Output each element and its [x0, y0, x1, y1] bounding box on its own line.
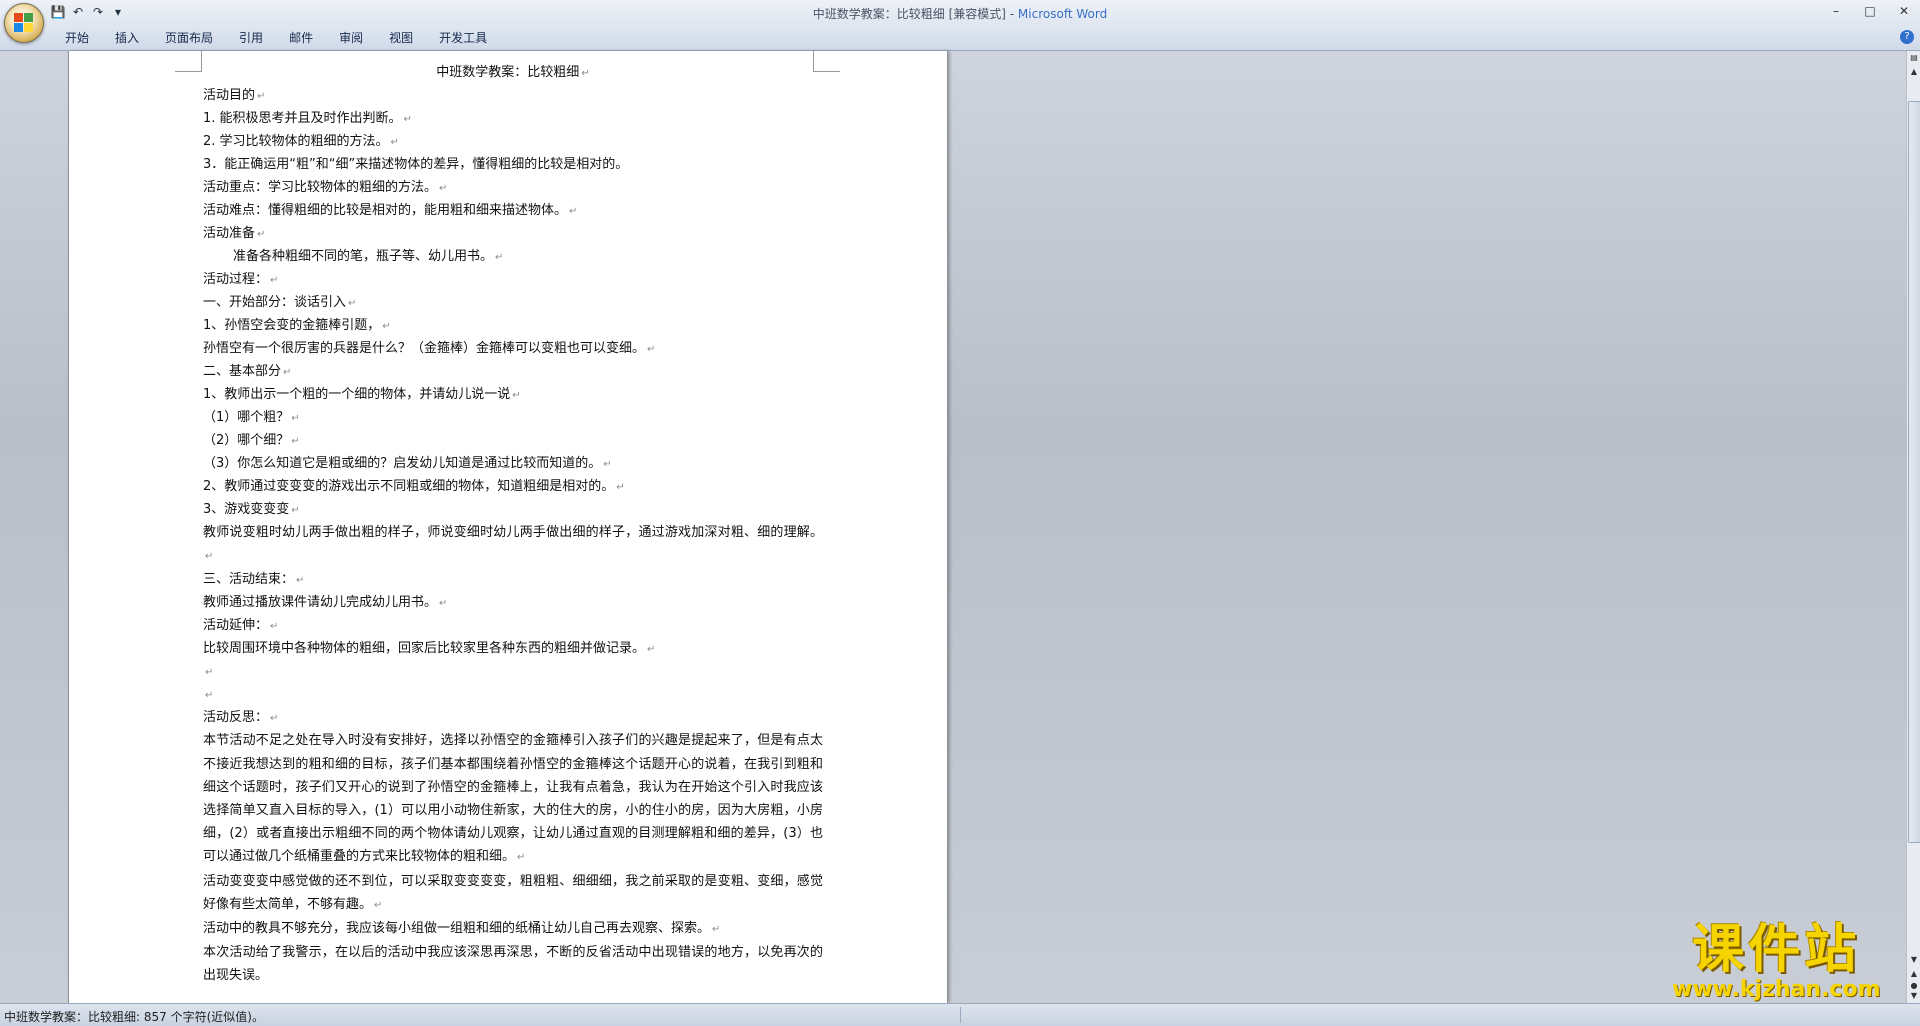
tab-home[interactable]: 开始	[52, 29, 102, 47]
doc-line: （2）哪个细？ ↵	[203, 433, 300, 448]
document-page[interactable]: 中班数学教案：比较粗细 ↵ 活动目的 ↵ 1. 能积极思考并且及时作出判断。 ↵ 2.…	[68, 51, 948, 1003]
document-body[interactable]: 中班数学教案：比较粗细 ↵ 活动目的 ↵ 1. 能积极思考并且及时作出判断。 ↵ 2.…	[203, 61, 823, 988]
doc-line: 2. 学习比较物体的粗细的方法。 ↵	[203, 134, 399, 149]
status-divider	[960, 1007, 961, 1023]
tab-mailings[interactable]: 邮件	[276, 29, 326, 47]
doc-line: 活动过程： ↵	[203, 272, 279, 287]
next-page-icon[interactable]: ▼	[1907, 991, 1920, 1003]
doc-line: 1. 能积极思考并且及时作出判断。 ↵	[203, 111, 412, 126]
doc-line: 活动重点：学习比较物体的粗细的方法。 ↵	[203, 180, 448, 195]
doc-paragraph: 活动变变变中感觉做的还不到位，可以采取变变变变，粗粗粗、细细细，我之前采取的是变…	[203, 873, 823, 912]
ribbon-tab-bar: 开始 插入 页面布局 引用 邮件 审阅 视图 开发工具 ?	[0, 26, 1920, 51]
tab-insert[interactable]: 插入	[102, 29, 152, 47]
doc-paragraph: 教师说变粗时幼儿两手做出粗的样子，师说变细时幼儿两手做出细的样子，通过游戏加深对…	[203, 525, 823, 563]
margin-corner-left	[175, 51, 202, 72]
doc-line: 比较周围环境中各种物体的粗细，回家后比较家里各种东西的粗细并做记录。 ↵	[203, 641, 656, 657]
status-bar: 中班数学教案：比较粗细: 857 个字符(近似值)。	[0, 1003, 1920, 1026]
app-name: Microsoft Word	[1017, 7, 1108, 21]
scrollbar-thumb[interactable]	[1908, 101, 1920, 843]
doc-line: 一、开始部分：谈话引入 ↵	[203, 295, 357, 310]
previous-page-icon[interactable]: ▲	[1907, 969, 1920, 981]
document-heading: 中班数学教案：比较粗细 ↵	[436, 65, 590, 80]
doc-line: ↵	[205, 667, 214, 679]
doc-line: （3）你怎么知道它是粗或细的？启发幼儿知道是通过比较而知道的。 ↵	[203, 456, 612, 471]
doc-line: 活动延伸： ↵	[203, 618, 279, 634]
document-title-text: 中班数学教案：比较粗细 [兼容模式] -	[812, 7, 1018, 21]
doc-line: 1、孙悟空会变的金箍棒引题， ↵	[203, 318, 391, 333]
office-button[interactable]	[4, 3, 44, 43]
minimize-icon[interactable]: –	[1826, 2, 1846, 20]
window-controls: – □ ✕	[1826, 2, 1914, 20]
window-title: 中班数学教案：比较粗细 [兼容模式] - Microsoft Word	[0, 5, 1920, 22]
doc-paragraph: 本次活动给了我警示，在以后的活动中我应该深思再深思，不断的反省活动中出现错误的地…	[203, 945, 823, 984]
ruler-toggle-icon[interactable]: ▤	[1907, 53, 1920, 65]
title-bar: 💾 ↶ ↷ ▾ 中班数学教案：比较粗细 [兼容模式] - Microsoft W…	[0, 0, 1920, 43]
doc-line: 三、活动结束： ↵	[203, 572, 305, 588]
word-count-status[interactable]: 中班数学教案：比较粗细: 857 个字符(近似值)。	[4, 1008, 264, 1025]
watermark-url: www.kjzhan.com	[1672, 977, 1881, 1002]
watermark: 课件站 www.kjzhan.com	[1672, 922, 1881, 1002]
doc-line: （1）哪个粗？ ↵	[203, 410, 300, 425]
doc-line: 活动目的 ↵	[203, 88, 266, 103]
doc-line: 2、教师通过变变变的游戏出示不同粗或细的物体，知道粗细是相对的。 ↵	[203, 479, 625, 494]
ribbon-tabs: 开始 插入 页面布局 引用 邮件 审阅 视图 开发工具	[52, 29, 500, 47]
watermark-name: 课件站	[1692, 920, 1861, 980]
tab-developer[interactable]: 开发工具	[426, 29, 500, 47]
doc-line: 准备各种粗细不同的笔，瓶子等、幼儿用书。 ↵	[233, 249, 504, 264]
tab-page-layout[interactable]: 页面布局	[152, 29, 226, 47]
doc-line: ↵	[205, 690, 214, 702]
maximize-icon[interactable]: □	[1860, 2, 1880, 20]
doc-line: 3．能正确运用“粗”和“细”来描述物体的差异，懂得粗细的比较是相对的。	[203, 157, 629, 172]
tab-review[interactable]: 审阅	[326, 29, 376, 47]
vertical-scrollbar[interactable]: ▤ ▲ ▼ ▲ ● ▼	[1906, 51, 1920, 1003]
doc-line: 二、基本部分 ↵	[203, 364, 292, 379]
doc-line: 活动难点：懂得粗细的比较是相对的，能用粗和细来描述物体。 ↵	[203, 203, 578, 218]
doc-line: 1、教师出示一个粗的一个细的物体，并请幼儿说一说 ↵	[203, 387, 521, 402]
document-workspace: 中班数学教案：比较粗细 ↵ 活动目的 ↵ 1. 能积极思考并且及时作出判断。 ↵ 2.…	[0, 51, 1906, 1003]
doc-paragraph: 本节活动不足之处在导入时没有安排好，选择以孙悟空的金箍棒引入孩子们的兴趣是提起来…	[203, 733, 823, 865]
close-icon[interactable]: ✕	[1894, 2, 1914, 20]
tab-references[interactable]: 引用	[226, 29, 276, 47]
doc-line: 教师通过播放课件请幼儿完成幼儿用书。 ↵	[203, 595, 448, 611]
office-logo-icon	[14, 13, 34, 33]
doc-line: 活动反思： ↵	[203, 710, 279, 726]
doc-line: 3、游戏变变变 ↵	[203, 502, 300, 517]
scroll-up-icon[interactable]: ▲	[1907, 67, 1920, 79]
tab-view[interactable]: 视图	[376, 29, 426, 47]
doc-paragraph: 活动中的教具不够充分，我应该每小组做一组粗和细的纸桶让幼儿自己再去观察、探索。 ↵	[203, 921, 721, 937]
doc-line: 孙悟空有一个很厉害的兵器是什么？（金箍棒）金箍棒可以变粗也可以变细。 ↵	[203, 341, 656, 356]
doc-line: 活动准备 ↵	[203, 226, 266, 241]
help-icon[interactable]: ?	[1900, 30, 1914, 44]
scroll-down-icon[interactable]: ▼	[1907, 955, 1920, 967]
